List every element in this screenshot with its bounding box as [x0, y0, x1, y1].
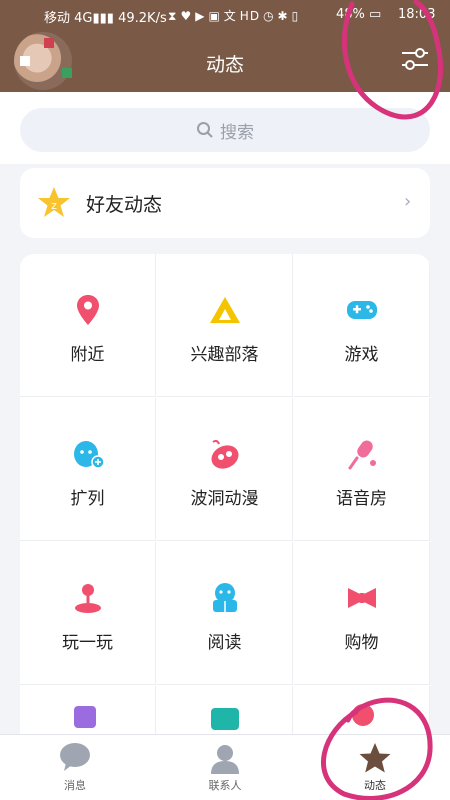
alarm-icon: ◷	[263, 9, 275, 23]
svg-text:z: z	[51, 199, 57, 212]
tab-moments[interactable]: 动态	[300, 735, 450, 800]
grid-item-label: 波洞动漫	[190, 489, 259, 509]
tribe-tent-icon	[209, 297, 240, 323]
friend-feed-card[interactable]: z 好友动态 ›	[20, 168, 430, 238]
grid-item-partial[interactable]	[157, 686, 293, 734]
grid-item-label: 附近	[70, 345, 105, 365]
grid-item-bodong-anime[interactable]: 波洞动漫	[157, 398, 293, 541]
shopping-bow-icon	[347, 588, 376, 608]
teal-box-icon	[211, 708, 239, 730]
tab-contacts[interactable]: 联系人	[150, 735, 300, 800]
page-title: 动态	[205, 54, 244, 76]
grid-item-partial[interactable]	[294, 686, 430, 734]
grid-item-reading[interactable]: 阅读	[157, 542, 293, 685]
add-friend-icon	[73, 441, 105, 469]
bluetooth-icon: ✱	[277, 9, 289, 23]
grid-item-expand-list[interactable]: 扩列	[20, 398, 156, 541]
grid-item-shopping[interactable]: 购物	[294, 542, 430, 685]
app-icon: ▣	[208, 9, 221, 23]
search-icon	[197, 122, 213, 138]
avatar-pixel	[44, 38, 54, 48]
search-section: 搜索	[0, 92, 450, 164]
qzone-star-icon: z	[38, 187, 70, 217]
gamepad-icon	[346, 301, 377, 319]
contacts-icon	[211, 745, 239, 774]
joystick-icon	[74, 584, 101, 613]
heart-icon: ♥	[180, 9, 193, 23]
anime-icon	[210, 439, 239, 469]
header-bar: 移动 4G▮▮▮ 49.2K/s ⧗ ♥ ▶ ▣ 文 HD ◷ ✱ ▯ 48% ▭ 18:03 …	[0, 0, 450, 92]
grid-item-games[interactable]: 游戏	[294, 254, 430, 397]
network-speed: 49.2K/s	[118, 11, 167, 26]
vibrate-icon: ▯	[291, 9, 300, 23]
grid-item-label: 兴趣部落	[190, 345, 259, 365]
tab-label: 联系人	[208, 779, 242, 792]
grid-item-label: 阅读	[207, 633, 242, 653]
bottom-navigation: 消息 联系人 动态	[0, 734, 450, 800]
grid-item-partial[interactable]	[20, 686, 156, 734]
purple-tag-icon	[74, 706, 96, 728]
grid-item-play[interactable]: 玩一玩	[20, 542, 156, 685]
status-time: 18:03	[398, 7, 436, 22]
reading-icon	[212, 583, 237, 612]
grid-item-tribe[interactable]: 兴趣部落	[157, 254, 293, 397]
status-icons: ⧗ ♥ ▶ ▣ 文 HD ◷ ✱ ▯	[168, 7, 302, 24]
sliders-icon	[402, 48, 428, 70]
message-bubble-icon	[60, 743, 90, 771]
grid-item-label: 扩列	[70, 489, 105, 509]
grid-item-label: 游戏	[344, 345, 379, 365]
microphone-icon	[348, 440, 376, 470]
tab-label: 动态	[364, 779, 386, 792]
friend-feed-label: 好友动态	[86, 194, 163, 216]
status-bar: 移动 4G▮▮▮ 49.2K/s ⧗ ♥ ▶ ▣ 文 HD ◷ ✱ ▯ 48% ▭ 18:03	[0, 0, 450, 30]
play-icon: ▶	[195, 9, 206, 23]
text-icon: 文	[223, 9, 237, 23]
feature-grid: 附近 兴趣部落 游戏 扩列 波洞动漫 语音房 玩一玩 阅读 购物	[20, 254, 430, 734]
grid-item-nearby[interactable]: 附近	[20, 254, 156, 397]
filter-settings-button[interactable]	[398, 44, 432, 74]
grid-item-label: 玩一玩	[62, 633, 113, 653]
battery-level: 48% ▭	[336, 7, 382, 22]
hourglass-icon: ⧗	[168, 9, 178, 23]
red-circle-icon	[352, 704, 374, 726]
hd-icon: HD	[239, 9, 261, 23]
tab-messages[interactable]: 消息	[0, 735, 150, 800]
location-pin-icon	[76, 295, 99, 325]
star-icon	[359, 743, 391, 773]
grid-item-label: 购物	[344, 633, 379, 653]
tab-label: 消息	[64, 779, 86, 792]
search-input[interactable]: 搜索	[20, 108, 430, 152]
grid-item-label: 语音房	[336, 489, 387, 509]
chevron-right-icon: ›	[404, 191, 412, 212]
carrier-label: 移动 4G▮▮▮ 49.2K/s	[44, 11, 167, 26]
grid-item-voice-room[interactable]: 语音房	[294, 398, 430, 541]
search-placeholder: 搜索	[220, 122, 254, 143]
